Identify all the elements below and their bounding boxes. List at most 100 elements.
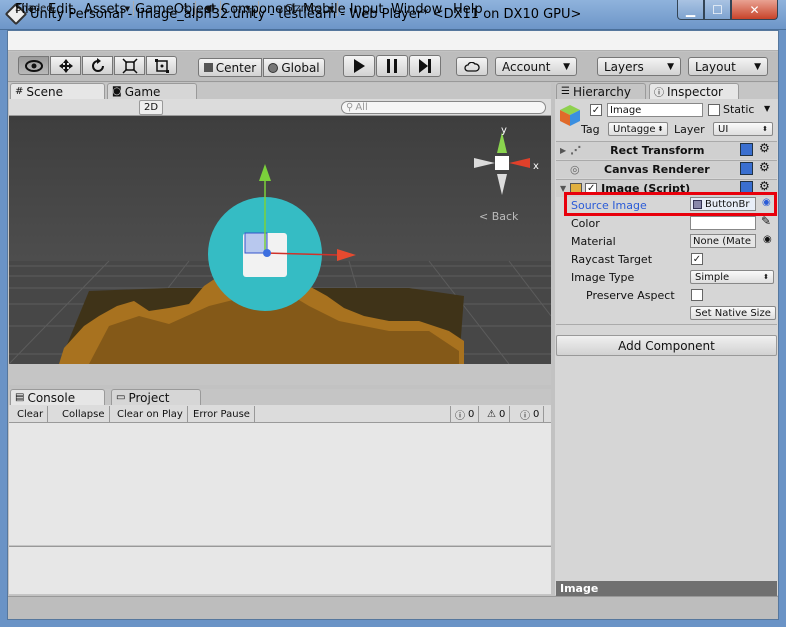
layout-label: Layout [695,59,736,74]
lighting-toggle[interactable]: ☼ [174,1,196,16]
foldout-arrow-icon: ▶ [560,146,567,155]
eyedropper-icon[interactable]: ✎ [761,214,771,228]
search-placeholder: All [355,102,368,113]
shading-label: Shaded [15,3,53,14]
account-label: Account [502,59,551,74]
audio-toggle[interactable]: ◀) [199,1,221,16]
cloud-icon [464,61,480,72]
error-count: 0 [533,408,540,420]
rect-transform-title: Rect Transform [610,144,705,157]
gear-icon[interactable]: ⚙ [759,160,770,174]
tag-dropdown[interactable]: Untagge ⬍ [608,122,668,136]
dropdown-arrow-icon: ▼ [667,61,674,72]
color-swatch[interactable] [690,216,756,230]
console-log-area[interactable] [9,423,551,545]
clear-button[interactable]: Clear [13,406,49,422]
rect-tool-button[interactable] [146,56,177,75]
tab-scene[interactable]: # Scene [10,83,105,99]
hierarchy-icon: ☰ [561,86,570,97]
raycast-target-label: Raycast Target [571,252,653,266]
pause-button[interactable] [376,55,408,77]
menu-help[interactable]: Help [453,2,483,17]
tab-console[interactable]: ▤ Console [10,389,105,405]
scene-viewport[interactable]: y x < Back [9,116,551,364]
gizmo-y-label: y [501,125,507,136]
pivot-handle[interactable] [263,249,271,257]
gear-icon[interactable]: ⚙ [759,141,770,155]
active-checkbox[interactable]: ✓ [590,104,602,116]
step-icon [419,59,431,73]
space-label: Global [281,60,320,75]
preserve-aspect-checkbox[interactable] [691,289,703,301]
layer-dropdown[interactable]: UI ⬍ [713,122,773,136]
clear-on-play-button[interactable]: Clear on Play [113,406,188,422]
error-pause-button[interactable]: Error Pause [189,406,255,422]
add-component-button[interactable]: Add Component [556,335,777,356]
tab-inspector[interactable]: ⓘ Inspector [649,83,739,99]
menu-window[interactable]: Window [391,2,442,17]
mode-2d-label: 2D [143,102,159,113]
layout-dropdown[interactable]: Layout ▼ [688,57,768,76]
close-button[interactable]: ✕ [731,0,778,20]
material-field[interactable]: None (Mate [690,234,756,248]
warning-icon: ⚠ [487,408,496,420]
tag-value: Untagge [613,123,656,135]
play-icon [354,59,365,73]
space-global-button[interactable]: Global [263,58,325,77]
image-type-value: Simple [695,271,730,283]
static-dropdown-arrow-icon[interactable]: ▼ [764,104,770,113]
help-book-icon[interactable] [740,143,753,156]
warning-count-toggle[interactable]: ⚠ 0 [483,406,511,422]
preview-header[interactable]: Image [556,581,777,596]
maximize-button[interactable]: ☐ [704,0,731,20]
gizmo-back-label: < Back [479,210,519,223]
tab-game[interactable]: ◙ Game [107,83,197,99]
dropdown-arrow-icon: ▼ [328,4,334,13]
collapse-button[interactable]: Collapse [58,406,110,422]
account-dropdown[interactable]: Account ▼ [495,57,577,76]
object-picker-icon[interactable]: ◉ [763,234,772,245]
pivot-label: Center [215,60,257,75]
pivot-center-button[interactable]: Center [198,58,262,77]
minimize-button[interactable]: ▁ [677,0,704,20]
menu-bar [8,31,778,51]
toggle-2d-button[interactable]: 2D [139,100,163,115]
move-tool-button[interactable] [50,56,81,75]
help-book-icon[interactable] [740,162,753,175]
scale-icon [121,57,138,74]
scene-search-input[interactable]: ⚲ All [341,101,546,114]
step-button[interactable] [409,55,441,77]
pause-icon [387,59,397,73]
cloud-button[interactable] [456,57,488,76]
play-button[interactable] [343,55,375,77]
gizmos-dropdown[interactable]: Gizmos ▼ [282,1,338,16]
gameobject-cube-icon [558,103,582,127]
folder-icon: ▭ [116,392,126,403]
scene-render: y x < Back [9,116,551,364]
layers-dropdown[interactable]: Layers ▼ [597,57,681,76]
object-name-input[interactable]: Image [607,103,703,117]
error-count-toggle[interactable]: ⓘ 0 [516,406,545,422]
rect-transform-icon: ⋰ [570,144,582,157]
speaker-icon: ◀) [203,3,216,14]
set-native-size-button[interactable]: Set Native Size [690,306,776,320]
tab-hierarchy[interactable]: ☰ Hierarchy [556,83,646,99]
rotate-tool-button[interactable] [82,56,113,75]
tab-project[interactable]: ▭ Project [111,389,201,405]
effects-dropdown[interactable]: ▭ ▾ [225,1,259,16]
image-type-dropdown[interactable]: Simple ⬍ [690,270,774,284]
error-icon: ⓘ [520,410,530,422]
move-arrows-icon [58,58,73,73]
view-tool-button[interactable] [18,56,49,75]
tag-label: Tag [581,123,600,136]
info-count-toggle[interactable]: ⓘ 0 [450,406,480,422]
gear-icon[interactable]: ⚙ [759,179,770,193]
gizmos-label: Gizmos [285,3,322,14]
shading-mode-dropdown[interactable]: Shaded ▼ [12,1,134,16]
scale-tool-button[interactable] [114,56,145,75]
static-checkbox[interactable] [708,104,720,116]
layer-label: Layer [674,123,705,136]
console-detail-area[interactable] [9,546,551,594]
raycast-target-checkbox[interactable]: ✓ [691,253,703,265]
static-label: Static [723,103,755,116]
